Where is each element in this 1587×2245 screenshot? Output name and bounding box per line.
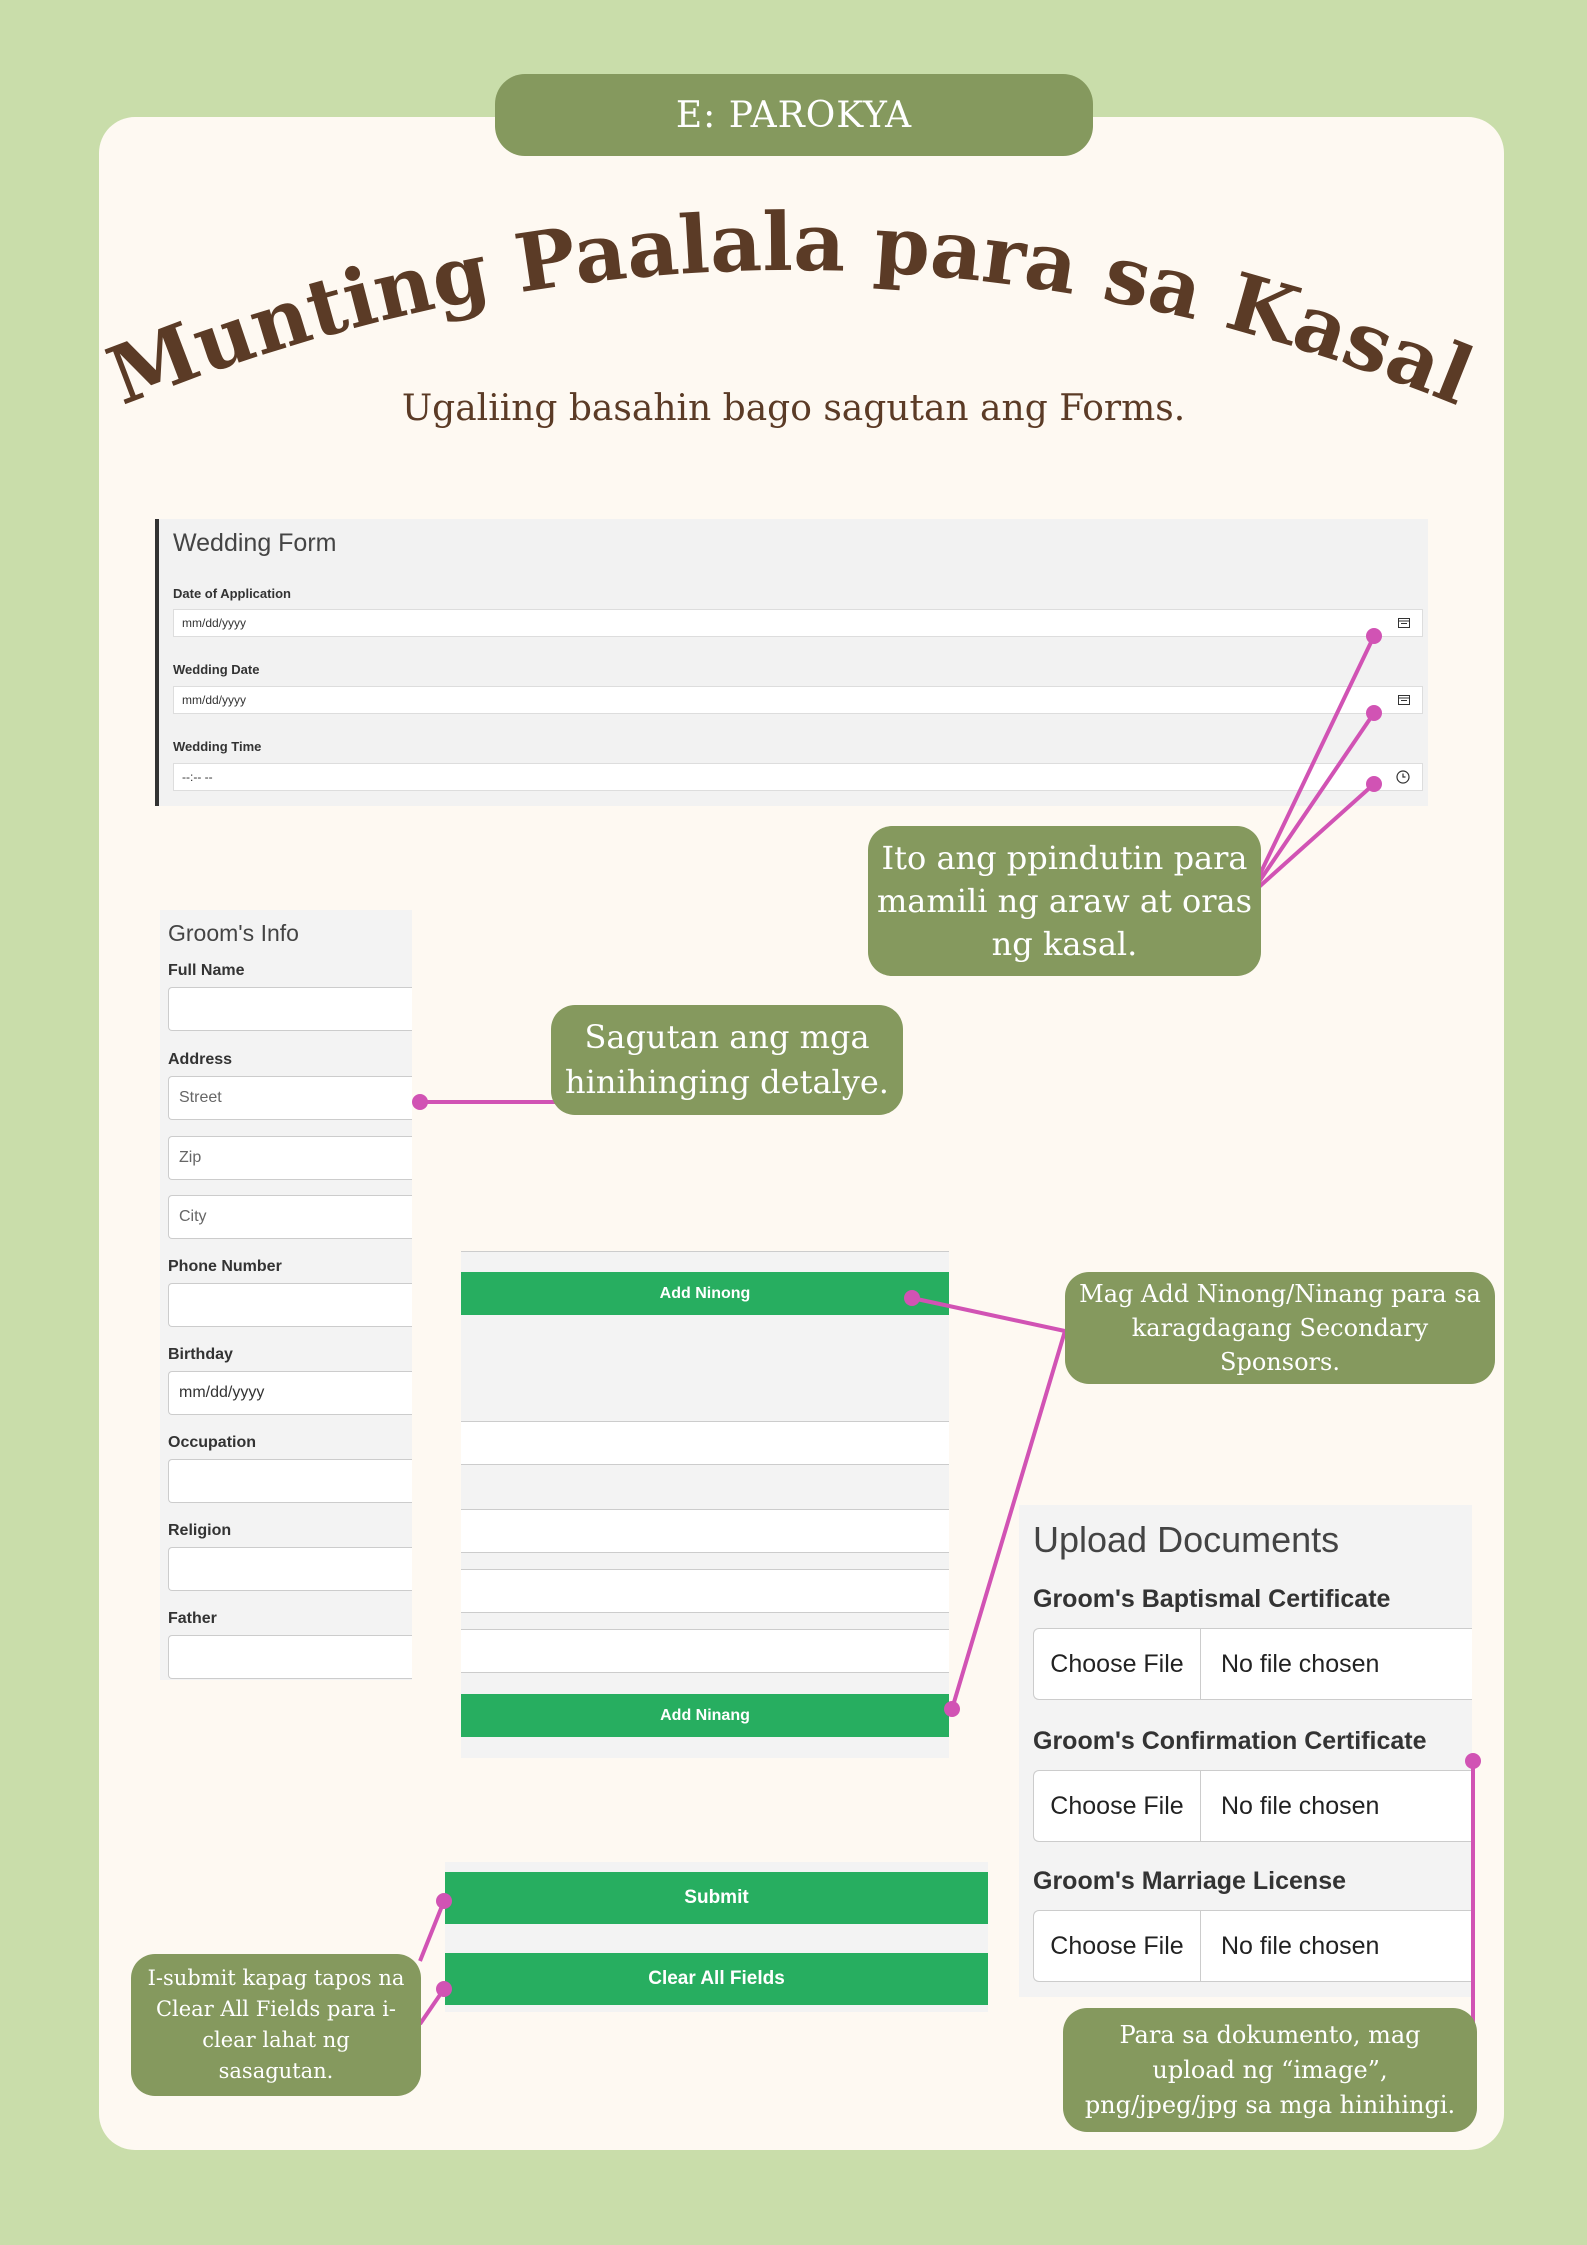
callout-line: upload ng “image”, xyxy=(1152,2055,1388,2084)
callout-line: Mag Add Ninong/Ninang para sa xyxy=(1079,1280,1481,1308)
callout-line: karagdagang Secondary xyxy=(1131,1314,1429,1342)
callout-line: Sponsors. xyxy=(1220,1348,1340,1376)
callout-line: Para sa dokumento, mag xyxy=(1119,2020,1421,2049)
callout-line: ng kasal. xyxy=(991,924,1138,963)
callout-line: clear lahat ng xyxy=(202,2028,350,2052)
callout-connectors xyxy=(412,628,1481,2070)
callout-line: I-submit kapag tapos na xyxy=(147,1966,405,1990)
callout-line: Ito ang ppindutin para xyxy=(881,838,1248,877)
callout-documents: Para sa dokumento, mag upload ng “image”… xyxy=(1063,2008,1477,2132)
callout-sponsors: Mag Add Ninong/Ninang para sa karagdagan… xyxy=(1065,1272,1495,1384)
callout-line: hinihinging detalye. xyxy=(565,1063,889,1101)
callout-line: sasagutan. xyxy=(218,2059,334,2083)
callout-details: Sagutan ang mga hinihinging detalye. xyxy=(551,1005,903,1115)
callout-line: mamili ng araw at oras xyxy=(876,881,1253,920)
callout-line: png/jpeg/jpg sa mga hinihingi. xyxy=(1084,2090,1456,2119)
callout-line: Clear All Fields para i- xyxy=(155,1997,397,2021)
callout-date-time: Ito ang ppindutin para mamili ng araw at… xyxy=(868,826,1261,976)
callout-line: Sagutan ang mga xyxy=(584,1018,870,1056)
callout-submit: I-submit kapag tapos na Clear All Fields… xyxy=(131,1954,421,2096)
